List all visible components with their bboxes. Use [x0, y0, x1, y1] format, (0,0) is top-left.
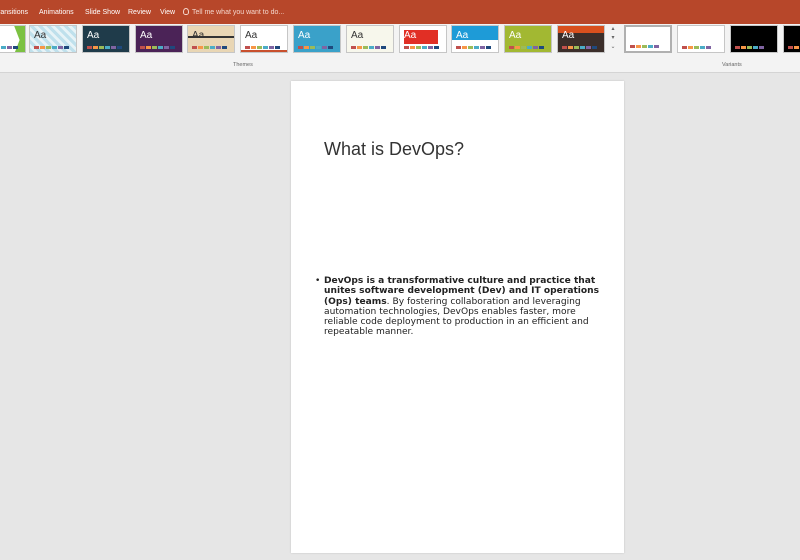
variant-color-swatches: [735, 46, 764, 49]
themes-gallery-scroll[interactable]: ▴ ▾ ⌄: [608, 25, 618, 53]
slide-canvas[interactable]: What is DevOps? • DevOps is a transforma…: [291, 81, 624, 553]
ribbon-tab-bar: Transitions Animations Slide Show Review…: [0, 0, 800, 24]
theme-color-swatches: [245, 46, 280, 49]
variant-thumbnail[interactable]: [730, 25, 778, 53]
theme-sample-text: Aa: [140, 30, 153, 41]
theme-thumbnail[interactable]: Aa: [451, 25, 499, 53]
lightbulb-icon: [183, 8, 189, 15]
theme-color-swatches: [0, 46, 18, 49]
tab-review[interactable]: Review: [128, 0, 151, 24]
theme-thumbnail[interactable]: Aa: [240, 25, 288, 53]
theme-thumbnail[interactable]: Aa: [293, 25, 341, 53]
theme-sample-text: Aa: [562, 30, 575, 41]
theme-color-swatches: [87, 46, 122, 49]
slide-title[interactable]: What is DevOps?: [324, 139, 464, 160]
theme-thumbnail[interactable]: Aa: [135, 25, 183, 53]
theme-thumbnail[interactable]: Aa: [399, 25, 447, 53]
gallery-down-icon[interactable]: ▾: [608, 34, 618, 43]
bullet-text: DevOps is a transformative culture and p…: [324, 276, 599, 337]
theme-thumbnail[interactable]: Aa: [557, 25, 605, 53]
theme-color-swatches: [140, 46, 175, 49]
theme-sample-text: Aa: [298, 30, 311, 41]
gallery-up-icon[interactable]: ▴: [608, 25, 618, 34]
theme-sample-text: Aa: [404, 30, 417, 41]
theme-thumbnail[interactable]: Aa: [504, 25, 552, 53]
slide-content-placeholder[interactable]: • DevOps is a transformative culture and…: [315, 276, 604, 338]
theme-color-swatches: [562, 46, 597, 49]
theme-sample-text: Aa: [87, 30, 100, 41]
variants-group-label: Variants: [722, 62, 742, 68]
theme-accent-band: [241, 50, 287, 52]
variant-thumbnail[interactable]: [677, 25, 725, 53]
theme-thumbnail[interactable]: Aa: [187, 25, 235, 53]
themes-group-label: Themes: [233, 62, 253, 68]
theme-color-swatches: [34, 46, 69, 49]
tell-me-search[interactable]: Tell me what you want to do...: [183, 0, 284, 24]
theme-sample-text: Aa: [456, 30, 469, 41]
theme-sample-text: Aa: [509, 30, 522, 41]
tab-slide-show[interactable]: Slide Show: [85, 0, 120, 24]
variant-color-swatches: [630, 45, 659, 48]
theme-sample-text: Aa: [351, 30, 364, 41]
theme-thumbnail[interactable]: [0, 25, 26, 53]
theme-thumbnail[interactable]: Aa: [82, 25, 130, 53]
variant-color-swatches: [788, 46, 800, 49]
theme-thumbnail[interactable]: Aa: [29, 25, 77, 53]
variant-color-swatches: [682, 46, 711, 49]
theme-color-swatches: [509, 46, 544, 49]
variant-thumbnail[interactable]: [783, 25, 800, 53]
theme-color-swatches: [456, 46, 491, 49]
gallery-more-icon[interactable]: ⌄: [608, 43, 618, 52]
bullet-icon: •: [315, 276, 321, 286]
theme-sample-text: Aa: [34, 30, 47, 41]
theme-sample-text: Aa: [192, 30, 205, 41]
theme-color-swatches: [351, 46, 386, 49]
tab-transitions[interactable]: Transitions: [0, 0, 28, 24]
theme-thumbnail[interactable]: Aa: [346, 25, 394, 53]
tab-view[interactable]: View: [160, 0, 175, 24]
design-ribbon: Aa Aa Aa Aa Aa Aa Aa Aa Aa Aa Aa ▴ ▾ ⌄ Themes Vari…: [0, 24, 800, 73]
theme-color-swatches: [298, 46, 333, 49]
tab-animations[interactable]: Animations: [39, 0, 74, 24]
theme-color-swatches: [192, 46, 227, 49]
tell-me-text: Tell me what you want to do...: [192, 9, 285, 16]
theme-sample-text: Aa: [245, 30, 258, 41]
variant-thumbnail[interactable]: [624, 25, 672, 53]
theme-color-swatches: [404, 46, 439, 49]
